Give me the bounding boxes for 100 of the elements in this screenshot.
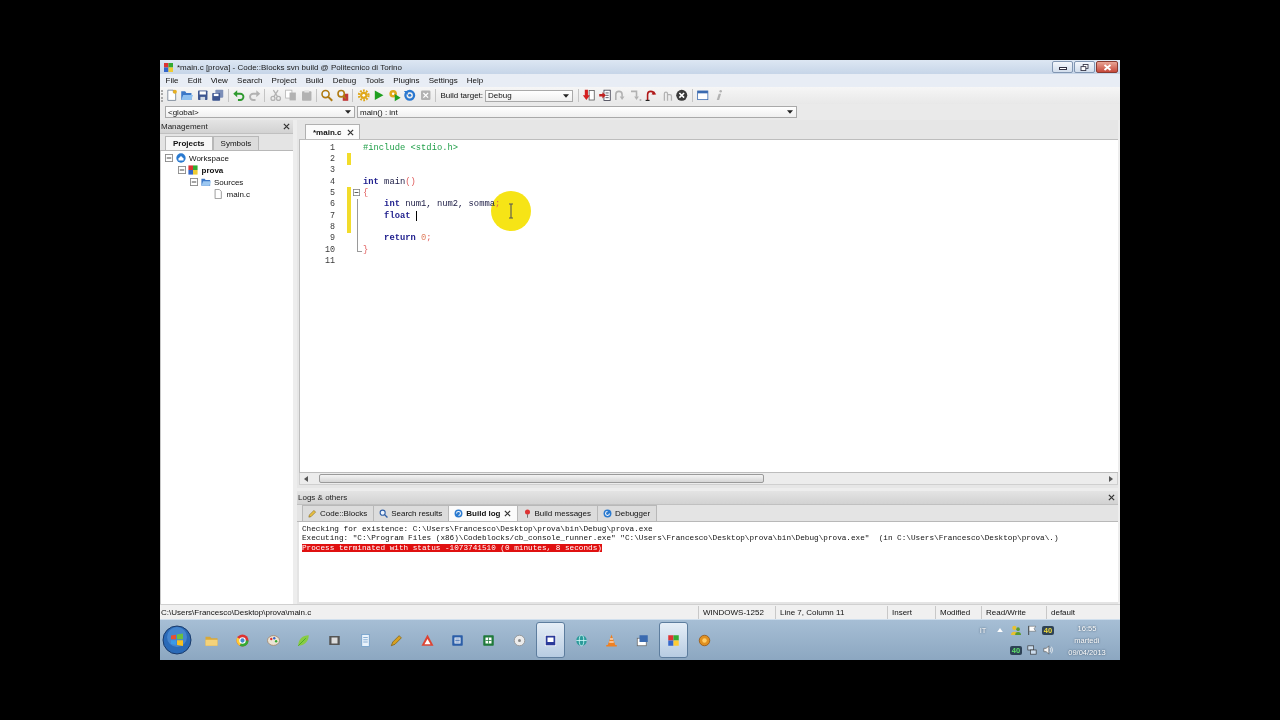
menu-item[interactable]: Search (232, 74, 267, 87)
code-line: int main() (363, 176, 416, 187)
caret-icon (345, 110, 351, 114)
access-mode-label: Read/Write (981, 605, 1046, 619)
encoding-label: WINDOWS-1252 (698, 605, 775, 619)
file-icon (213, 189, 223, 199)
color-squares-icon (188, 165, 198, 175)
window-icon[interactable] (695, 89, 711, 102)
panel-tab[interactable]: Symbols (212, 136, 260, 150)
log-tab[interactable]: Build messages (516, 505, 598, 521)
open-folder-icon[interactable] (179, 89, 195, 102)
close-button[interactable] (1096, 61, 1118, 73)
start-button[interactable] (162, 625, 192, 655)
circular-arrows-icon[interactable] (402, 89, 418, 102)
tree-item[interactable]: prova (200, 165, 224, 175)
menu-item[interactable]: Project (267, 74, 302, 87)
circle-arrow-icon (603, 509, 612, 518)
text-caret (415, 210, 417, 221)
tree-item[interactable]: Workspace (188, 153, 229, 163)
editor-tab[interactable]: *main.c (305, 124, 361, 139)
close-circle-icon[interactable] (674, 89, 690, 102)
speaker-icon[interactable] (1043, 645, 1053, 655)
caret-icon (563, 93, 570, 98)
screen-icon (542, 632, 558, 648)
traffic-cone-icon (604, 632, 620, 648)
down-arrow-page-icon[interactable] (581, 89, 597, 102)
profile-label: default (1046, 605, 1120, 619)
wheel-logo-icon (234, 632, 250, 648)
menu-item[interactable]: Help (462, 74, 488, 87)
menu-item[interactable]: Debug (328, 74, 361, 87)
menu-item[interactable]: Settings (424, 74, 463, 87)
close-icon[interactable] (1108, 494, 1115, 501)
scrollbar-thumb[interactable] (318, 474, 765, 483)
color-squares-icon (164, 62, 173, 72)
minus-box-icon[interactable] (353, 189, 360, 197)
minus-box-icon[interactable] (177, 166, 186, 174)
function-dropdown[interactable]: main() : int (357, 106, 797, 118)
network-icon[interactable] (1027, 645, 1037, 655)
hook-arrow-icon[interactable] (643, 89, 659, 102)
pencil-icon (308, 509, 317, 518)
menu-item[interactable]: File (161, 74, 184, 87)
cursor-position: Line 7, Column 11 (775, 605, 887, 619)
scroll-left-icon[interactable] (304, 475, 308, 482)
flag-icon[interactable] (1027, 625, 1037, 635)
code-line: float (383, 210, 412, 221)
code-line: #include <stdio.h> (363, 142, 459, 153)
close-icon[interactable] (503, 510, 511, 517)
panel-title: Logs & others (298, 493, 348, 502)
build-target-dropdown[interactable]: Debug (485, 89, 574, 102)
arrow-page-icon[interactable] (596, 89, 613, 102)
menu-item[interactable]: Plugins (388, 74, 425, 87)
log-tab[interactable]: Debugger (597, 505, 658, 521)
people-icon[interactable] (1011, 625, 1021, 635)
new-file-icon[interactable] (164, 89, 180, 102)
code-line: { (363, 188, 369, 199)
log-tab[interactable]: Code::Blocks (302, 505, 375, 521)
restore-button[interactable] (1074, 61, 1095, 73)
gear-play-icon[interactable] (386, 89, 403, 102)
menu-item[interactable]: Edit (183, 74, 207, 87)
menu-item[interactable]: View (206, 74, 233, 87)
floppy-disks-icon[interactable] (210, 89, 226, 102)
tree-item[interactable]: Sources (213, 177, 244, 187)
panel-title: Management (161, 122, 208, 131)
insert-mode-label: Insert (887, 605, 935, 619)
scope-dropdown[interactable]: <global> (165, 106, 355, 118)
pen-icon (388, 632, 404, 648)
search-page-icon[interactable] (334, 89, 351, 102)
close-icon[interactable] (283, 123, 290, 130)
panel-tab[interactable]: Projects (165, 136, 213, 150)
up-arrow-icon[interactable] (997, 628, 1003, 632)
line-number: 7 (328, 210, 335, 221)
close-icon[interactable] (347, 128, 355, 136)
taskbar-button[interactable] (658, 622, 688, 658)
minus-box-icon[interactable] (165, 154, 173, 162)
minus-box-icon[interactable] (190, 178, 198, 186)
pictures-icon (635, 632, 651, 648)
horizontal-scrollbar[interactable] (299, 473, 1118, 485)
log-tab[interactable]: Search results (373, 505, 450, 521)
triangle-logo-icon (419, 632, 435, 648)
scroll-right-icon[interactable] (1109, 475, 1113, 482)
close-icon (1102, 63, 1112, 71)
minimize-button[interactable] (1052, 61, 1073, 73)
menu-item[interactable]: Build (301, 74, 329, 87)
taskbar-button[interactable] (535, 622, 565, 658)
line-number: 4 (328, 176, 335, 187)
tree-item[interactable]: main.c (225, 189, 251, 199)
menu-item[interactable]: Tools (360, 74, 389, 87)
line-number: 8 (328, 222, 335, 233)
search-icon[interactable] (319, 89, 335, 102)
spreadsheet-icon (481, 632, 497, 648)
color-squares-icon (665, 632, 681, 648)
log-tab[interactable]: Build log (448, 505, 518, 521)
leaf-icon (296, 632, 312, 648)
undo-icon[interactable] (231, 89, 247, 102)
document-icon (450, 632, 466, 648)
code-line: return 0; (383, 233, 432, 244)
globe-icon (573, 632, 589, 648)
search-icon (379, 509, 389, 518)
pin-icon (522, 509, 532, 518)
build-target-label: Build target: (440, 91, 484, 100)
